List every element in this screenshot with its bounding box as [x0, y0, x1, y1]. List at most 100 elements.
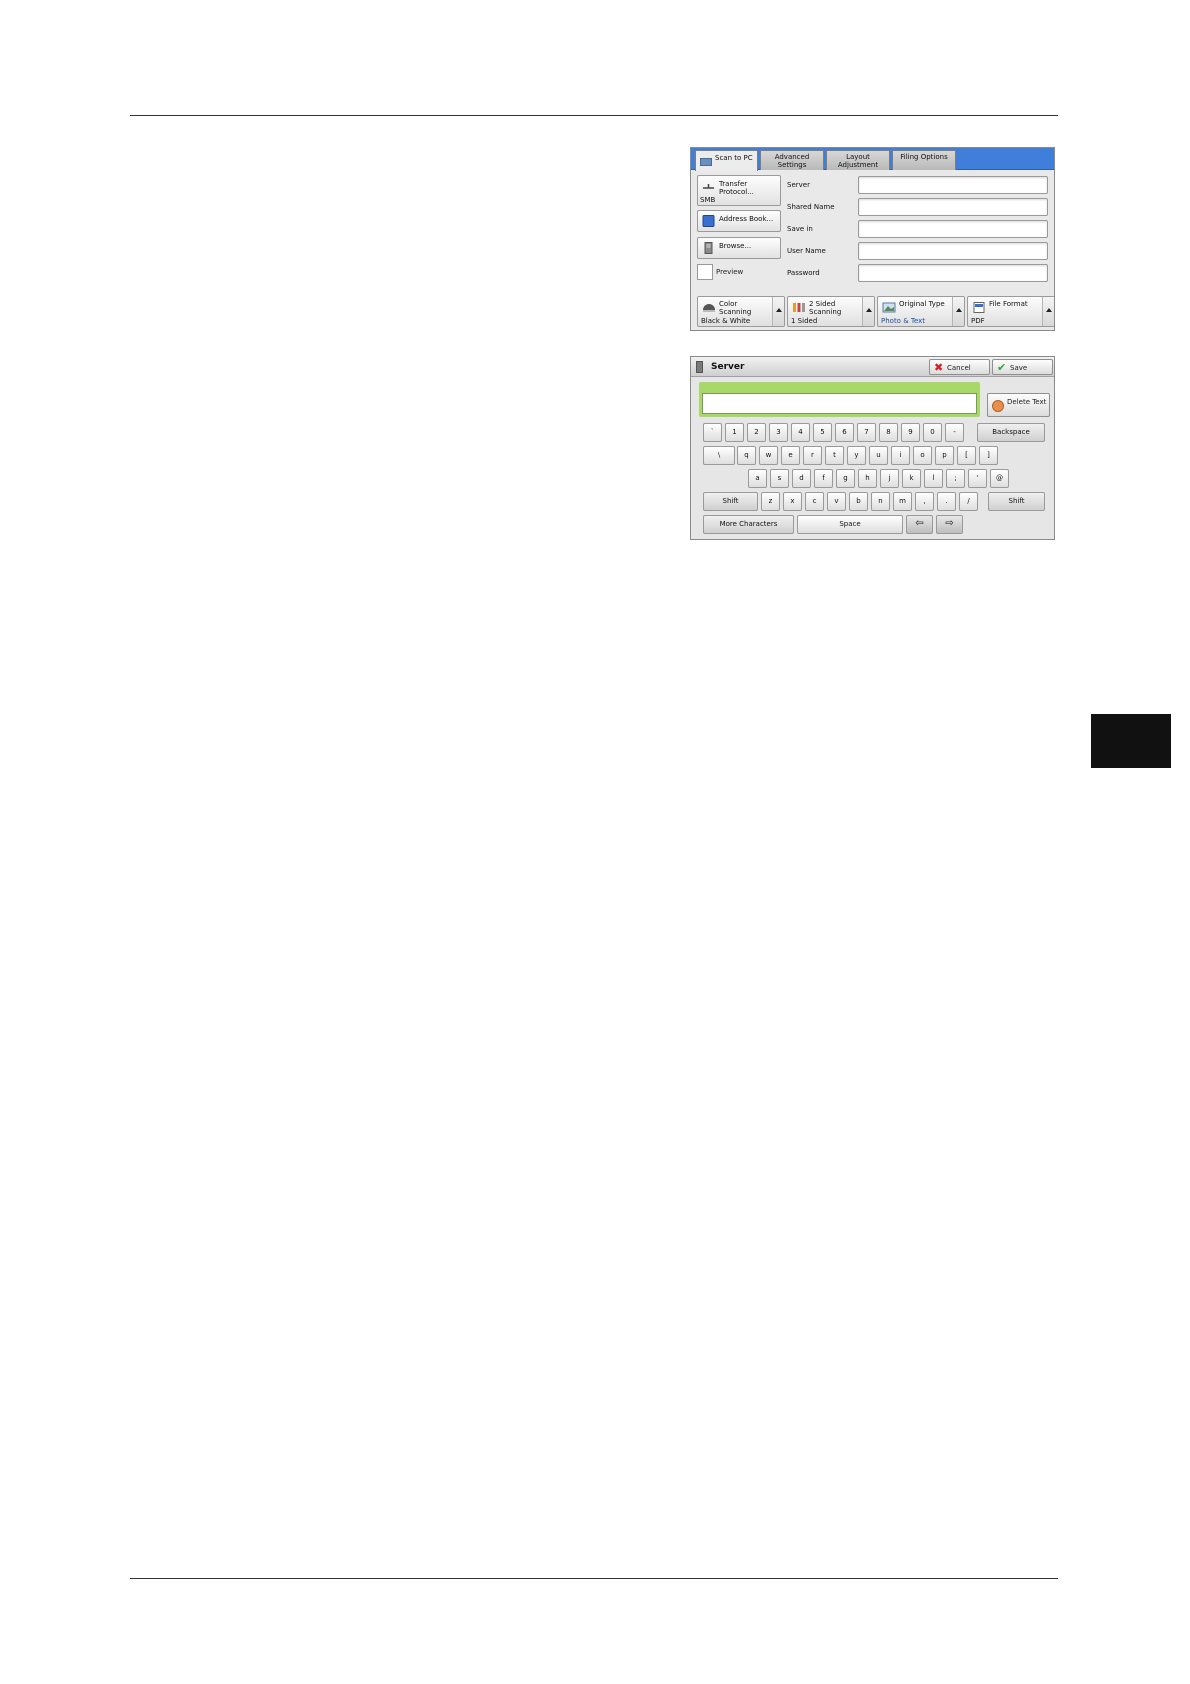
- key-w[interactable]: w: [759, 446, 778, 465]
- right-shift-key[interactable]: Shift: [988, 492, 1045, 511]
- browse-button[interactable]: Browse...: [697, 237, 781, 259]
- key-slash[interactable]: /: [959, 492, 978, 511]
- two-sided-up-arrow-icon[interactable]: [862, 297, 874, 326]
- key-y[interactable]: y: [847, 446, 866, 465]
- backspace-key[interactable]: Backspace: [977, 423, 1045, 442]
- key-f[interactable]: f: [814, 469, 833, 488]
- save-in-label: Save in: [787, 225, 813, 233]
- key-j[interactable]: j: [880, 469, 899, 488]
- right-arrow-icon[interactable]: ⇨: [936, 515, 963, 534]
- tab-advanced-settings[interactable]: Advanced Settings: [760, 150, 824, 170]
- browse-server-icon: [704, 242, 713, 254]
- key-t[interactable]: t: [825, 446, 844, 465]
- save-button[interactable]: ✔ Save: [992, 359, 1053, 375]
- key-4[interactable]: 4: [791, 423, 810, 442]
- close-icon: ✖: [934, 361, 944, 374]
- key-6[interactable]: 6: [835, 423, 854, 442]
- server-field[interactable]: [858, 176, 1048, 194]
- key-k[interactable]: k: [902, 469, 921, 488]
- key-8[interactable]: 8: [879, 423, 898, 442]
- key-l[interactable]: l: [924, 469, 943, 488]
- key-comma[interactable]: ,: [915, 492, 934, 511]
- key-5[interactable]: 5: [813, 423, 832, 442]
- chapter-thumb-tab: [1091, 714, 1171, 768]
- key-2[interactable]: 2: [747, 423, 766, 442]
- key-i[interactable]: i: [891, 446, 910, 465]
- original-type-button[interactable]: Original Type Photo & Text: [877, 296, 965, 327]
- file-format-icon: [973, 302, 985, 313]
- key-u[interactable]: u: [869, 446, 888, 465]
- key-3[interactable]: 3: [769, 423, 788, 442]
- key-b[interactable]: b: [849, 492, 868, 511]
- key-right-bracket[interactable]: ]: [979, 446, 998, 465]
- color-scanning-button[interactable]: Color Scanning Black & White: [697, 296, 785, 327]
- password-field[interactable]: [858, 264, 1048, 282]
- key-g[interactable]: g: [836, 469, 855, 488]
- key-semicolon[interactable]: ;: [946, 469, 965, 488]
- file-format-button[interactable]: File Format PDF: [967, 296, 1054, 327]
- footer-rule: [130, 1578, 1058, 1579]
- key-left-bracket[interactable]: [: [957, 446, 976, 465]
- key-n[interactable]: n: [871, 492, 890, 511]
- tab-layout-adjustment[interactable]: Layout Adjustment: [826, 150, 890, 170]
- password-label: Password: [787, 269, 820, 277]
- file-format-up-arrow-icon[interactable]: [1042, 297, 1054, 326]
- key-e[interactable]: e: [781, 446, 800, 465]
- key-apostrophe[interactable]: ': [968, 469, 987, 488]
- key-v[interactable]: v: [827, 492, 846, 511]
- server-icon: [696, 361, 703, 373]
- key-9[interactable]: 9: [901, 423, 920, 442]
- transfer-protocol-value: SMB: [700, 196, 716, 204]
- address-book-button[interactable]: Address Book...: [697, 210, 781, 232]
- original-type-up-arrow-icon[interactable]: [952, 297, 964, 326]
- key-q[interactable]: q: [737, 446, 756, 465]
- key-7[interactable]: 7: [857, 423, 876, 442]
- preview-checkbox[interactable]: [697, 264, 713, 280]
- key-m[interactable]: m: [893, 492, 912, 511]
- shared-name-field[interactable]: [858, 198, 1048, 216]
- file-format-value: PDF: [971, 317, 985, 325]
- key-h[interactable]: h: [858, 469, 877, 488]
- more-characters-button[interactable]: More Characters: [703, 515, 794, 534]
- original-type-label: Original Type: [899, 300, 945, 308]
- key-backslash[interactable]: \: [703, 446, 735, 465]
- server-header: Server ✖ Cancel ✔ Save: [691, 357, 1054, 377]
- server-text-input[interactable]: [702, 393, 977, 414]
- scan-to-pc-icon: [700, 158, 712, 166]
- key-period[interactable]: .: [937, 492, 956, 511]
- space-key[interactable]: Space: [797, 515, 903, 534]
- key-0[interactable]: 0: [923, 423, 942, 442]
- key-x[interactable]: x: [783, 492, 802, 511]
- key-at[interactable]: @: [990, 469, 1009, 488]
- left-shift-key[interactable]: Shift: [703, 492, 758, 511]
- text-entry-area: [699, 382, 980, 417]
- key-p[interactable]: p: [935, 446, 954, 465]
- key-s[interactable]: s: [770, 469, 789, 488]
- cancel-button[interactable]: ✖ Cancel: [929, 359, 990, 375]
- server-entry-panel: Server ✖ Cancel ✔ Save Delete Text ` 1 2…: [690, 356, 1055, 540]
- two-sided-scanning-button[interactable]: 2 Sided Scanning 1 Sided: [787, 296, 875, 327]
- tab-filing-options[interactable]: Filing Options: [892, 150, 956, 170]
- left-arrow-icon[interactable]: ⇦: [906, 515, 933, 534]
- key-1[interactable]: 1: [725, 423, 744, 442]
- key-o[interactable]: o: [913, 446, 932, 465]
- transfer-protocol-button[interactable]: Transfer Protocol... SMB: [697, 175, 781, 206]
- user-name-field[interactable]: [858, 242, 1048, 260]
- tab-scan-to-pc[interactable]: Scan to PC: [695, 150, 758, 171]
- key-c[interactable]: c: [805, 492, 824, 511]
- color-scanning-up-arrow-icon[interactable]: [772, 297, 784, 326]
- cancel-label: Cancel: [947, 364, 971, 372]
- save-label: Save: [1010, 364, 1028, 372]
- save-in-field[interactable]: [858, 220, 1048, 238]
- key-d[interactable]: d: [792, 469, 811, 488]
- key-minus[interactable]: -: [945, 423, 964, 442]
- delete-text-button[interactable]: Delete Text: [987, 393, 1050, 417]
- key-backtick[interactable]: `: [703, 423, 722, 442]
- key-r[interactable]: r: [803, 446, 822, 465]
- eraser-icon: [992, 400, 1004, 412]
- key-a[interactable]: a: [748, 469, 767, 488]
- header-rule: [130, 115, 1058, 116]
- color-scanning-value: Black & White: [701, 317, 751, 325]
- key-z[interactable]: z: [761, 492, 780, 511]
- original-type-value: Photo & Text: [881, 317, 926, 325]
